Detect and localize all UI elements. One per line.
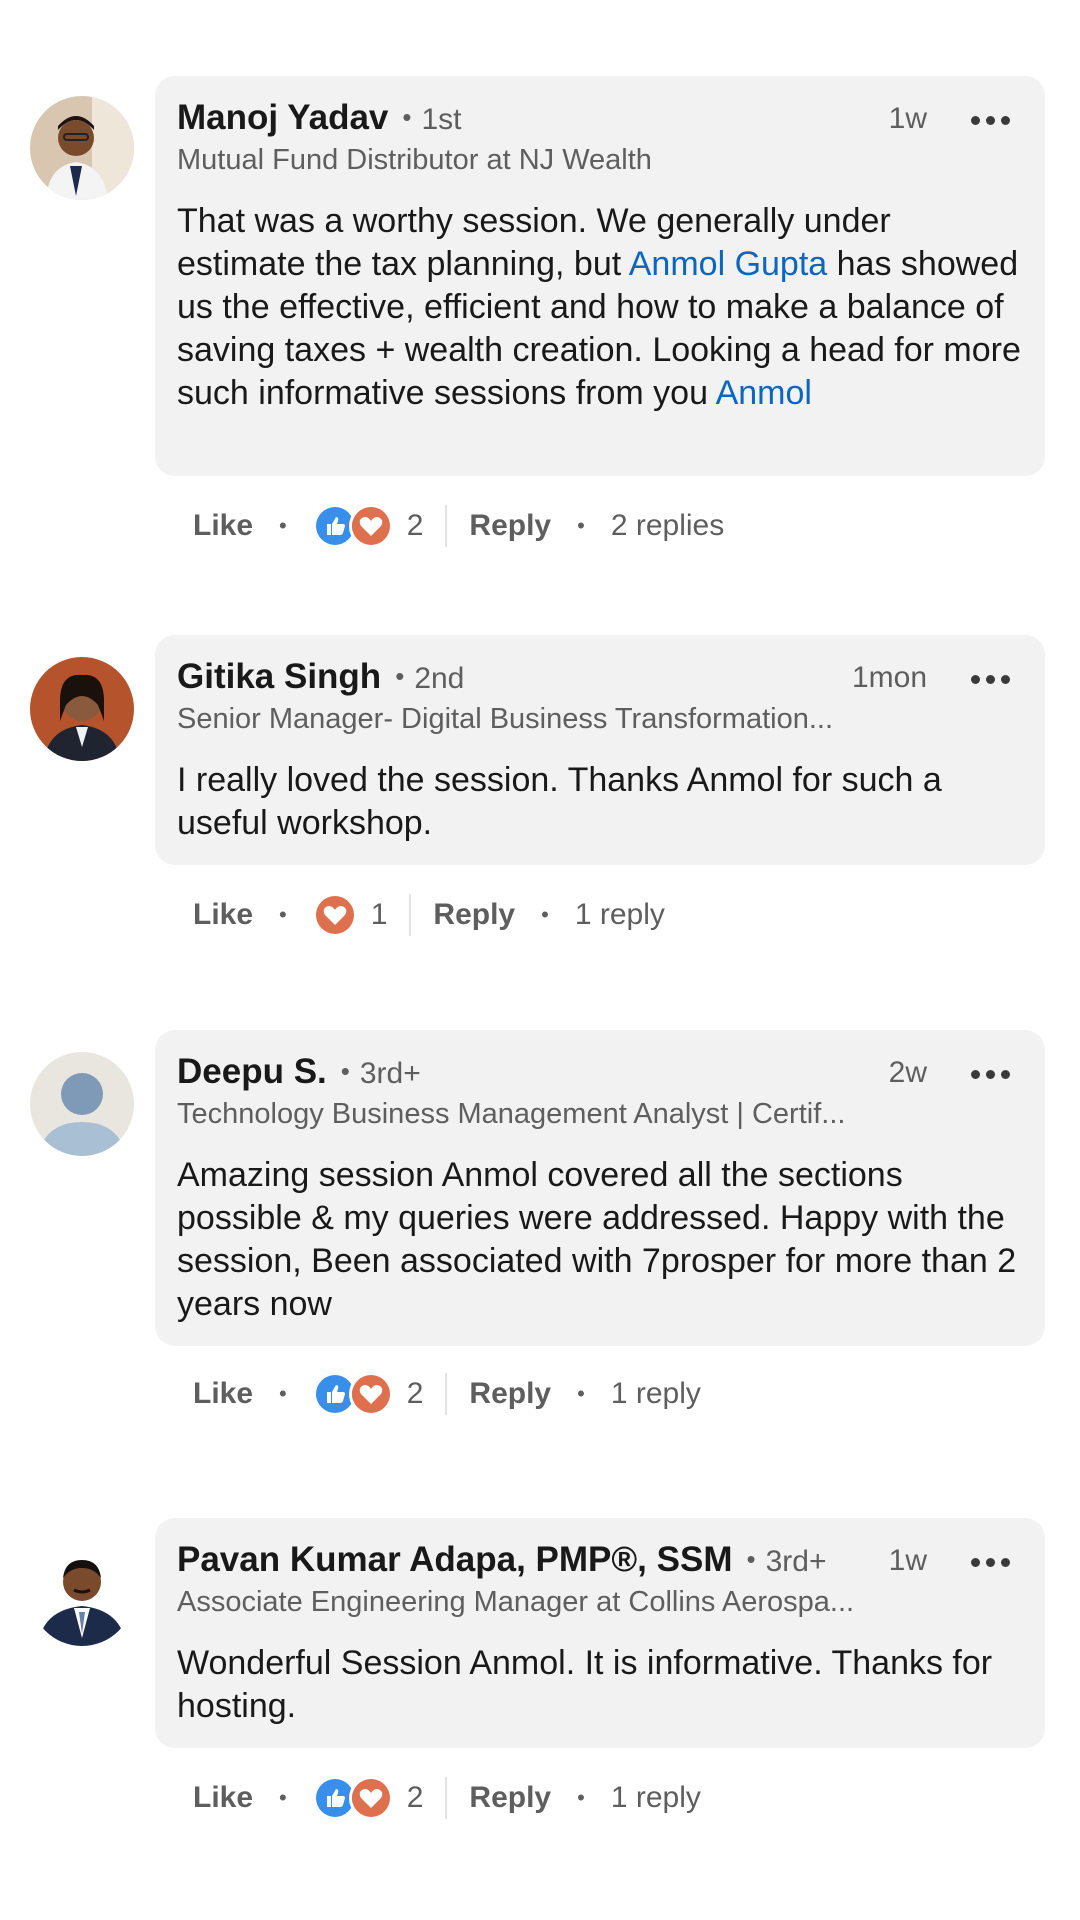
degree-label: 2nd: [414, 662, 465, 695]
comment-actions: Like • 2 Reply • 2 replies: [193, 501, 724, 551]
comment-header: Manoj Yadav • 1st 1w: [177, 98, 1023, 142]
avatar[interactable]: [30, 657, 134, 761]
divider: [409, 894, 412, 936]
commenter-headline: Associate Engineering Manager at Collins…: [177, 1586, 855, 1618]
comment-text: Wonderful Session Anmol. It is informati…: [177, 1644, 993, 1725]
mention-link[interactable]: Anmol Gupta: [629, 245, 827, 283]
reply-button[interactable]: Reply: [469, 1781, 551, 1815]
love-reaction-icon: [348, 504, 393, 548]
avatar[interactable]: [30, 96, 134, 200]
more-options-icon[interactable]: [971, 1070, 1011, 1080]
reply-button[interactable]: Reply: [469, 1377, 551, 1411]
mention-link[interactable]: Anmol: [716, 374, 812, 412]
timestamp: 1mon: [851, 661, 927, 694]
separator-dot: •: [577, 1785, 585, 1810]
timestamp: 2w: [888, 1056, 927, 1089]
more-options-icon[interactable]: [971, 1558, 1011, 1568]
separator-dot: •: [577, 513, 585, 538]
reactions-summary[interactable]: 2: [312, 1372, 424, 1416]
love-reaction-icon: [348, 1372, 393, 1416]
separator-dot: •: [279, 513, 287, 538]
divider: [445, 1777, 448, 1819]
more-options-icon[interactable]: [971, 116, 1011, 126]
connection-degree: • 1st: [402, 102, 462, 136]
like-button[interactable]: Like: [193, 1377, 253, 1411]
comment-text: I really loved the session. Thanks Anmol…: [177, 761, 942, 842]
replies-count-link[interactable]: 1 reply: [611, 1781, 701, 1815]
separator-dot: •: [541, 902, 549, 927]
comment-actions: Like • 1 Reply • 1 reply: [193, 890, 665, 940]
reply-button[interactable]: Reply: [469, 509, 551, 543]
reaction-count: 1: [370, 898, 388, 931]
more-options-icon[interactable]: [971, 675, 1011, 685]
commenter-name[interactable]: Deepu S.: [177, 1052, 327, 1091]
comment-actions: Like • 2 Reply • 1 reply: [193, 1773, 701, 1823]
comment-bubble: Deepu S. • 3rd+ 2w Technology Business Man…: [155, 1030, 1045, 1346]
timestamp: 1w: [888, 102, 927, 135]
timestamp: 1w: [888, 1544, 927, 1577]
separator-dot: •: [577, 1381, 585, 1406]
comment-text: That was a worthy session. We generally …: [177, 200, 1027, 415]
commenter-headline: Senior Manager- Digital Business Transfo…: [177, 703, 834, 735]
like-button[interactable]: Like: [193, 509, 253, 543]
commenter-name[interactable]: Gitika Singh: [177, 657, 381, 696]
connection-degree: • 3rd+: [746, 1544, 827, 1578]
reply-button[interactable]: Reply: [433, 898, 515, 932]
replies-count-link[interactable]: 1 reply: [611, 1377, 701, 1411]
comment-bubble: Manoj Yadav • 1st 1w Mutual Fund Distribut…: [155, 76, 1045, 476]
reaction-count: 2: [406, 1781, 424, 1814]
divider: [445, 505, 448, 547]
comment-actions: Like • 2 Reply • 1 reply: [193, 1369, 701, 1419]
separator-dot: •: [279, 1785, 287, 1810]
degree-label: 1st: [421, 103, 462, 136]
comment-text: Amazing session Anmol covered all the se…: [177, 1156, 1017, 1323]
degree-label: 3rd+: [765, 1545, 827, 1578]
comment-bubble: Pavan Kumar Adapa, PMP®, SSM • 3rd+ 1w Ass…: [155, 1518, 1045, 1748]
comment-header: Pavan Kumar Adapa, PMP®, SSM • 3rd+ 1w: [177, 1540, 1023, 1584]
love-reaction-icon: [348, 1776, 393, 1820]
commenter-headline: Technology Business Management Analyst |…: [177, 1098, 846, 1130]
comment-bubble: Gitika Singh • 2nd 1mon Senior Manager- Di…: [155, 635, 1045, 865]
like-button[interactable]: Like: [193, 898, 253, 932]
commenter-name[interactable]: Manoj Yadav: [177, 98, 388, 137]
connection-degree: • 3rd+: [340, 1056, 421, 1090]
reactions-summary[interactable]: 1: [312, 893, 388, 937]
degree-label: 3rd+: [359, 1057, 421, 1090]
comment-header: Deepu S. • 3rd+ 2w: [177, 1052, 1023, 1096]
replies-count-link[interactable]: 2 replies: [611, 509, 724, 543]
separator-dot: •: [279, 902, 287, 927]
commenter-name[interactable]: Pavan Kumar Adapa, PMP®, SSM: [177, 1540, 732, 1579]
default-avatar[interactable]: [30, 1052, 134, 1156]
connection-degree: • 2nd: [395, 661, 465, 695]
commenter-headline: Mutual Fund Distributor at NJ Wealth: [177, 144, 652, 176]
reactions-summary[interactable]: 2: [312, 504, 424, 548]
like-button[interactable]: Like: [193, 1781, 253, 1815]
reaction-count: 2: [406, 1377, 424, 1410]
avatar[interactable]: [30, 1542, 134, 1646]
divider: [445, 1373, 448, 1415]
replies-count-link[interactable]: 1 reply: [575, 898, 665, 932]
reactions-summary[interactable]: 2: [312, 1776, 424, 1820]
comment-header: Gitika Singh • 2nd 1mon: [177, 657, 1023, 701]
love-reaction-icon: [312, 893, 357, 937]
reaction-count: 2: [406, 509, 424, 542]
separator-dot: •: [279, 1381, 287, 1406]
